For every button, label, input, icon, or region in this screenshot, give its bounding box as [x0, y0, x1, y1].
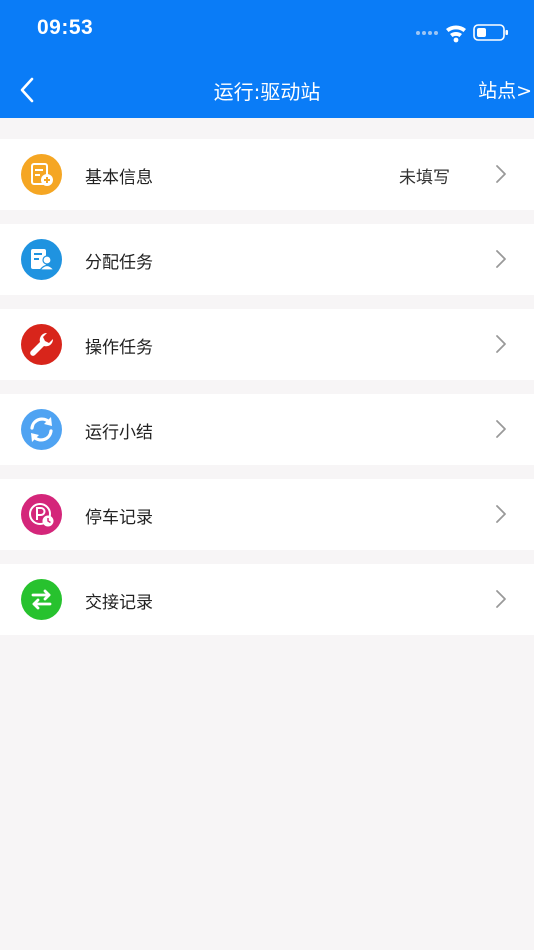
refresh-cycle-icon	[21, 409, 62, 450]
signal-dots-icon	[416, 31, 438, 35]
status-time: 09:53	[37, 16, 94, 39]
menu-item-label: 运行小结	[85, 423, 153, 443]
menu-item-value: 未填写	[399, 168, 450, 188]
battery-icon	[473, 24, 508, 41]
menu-item-handover-record[interactable]: 交接记录	[0, 564, 534, 635]
chevron-right-icon	[496, 335, 506, 353]
menu-item-basic-info[interactable]: 基本信息 未填写	[0, 139, 534, 210]
parking-clock-icon	[21, 494, 62, 535]
menu-item-label: 停车记录	[85, 508, 153, 528]
document-add-icon	[21, 154, 62, 195]
station-button[interactable]: 站点>	[478, 76, 532, 103]
menu-item-run-summary[interactable]: 运行小结	[0, 394, 534, 465]
chevron-right-icon	[496, 505, 506, 523]
status-indicators	[416, 24, 508, 43]
menu-item-label: 分配任务	[85, 253, 153, 273]
page-title: 运行:驱动站	[213, 80, 321, 104]
status-icons	[416, 20, 512, 44]
menu-item-operation-task[interactable]: 操作任务	[0, 309, 534, 380]
chevron-right-icon	[496, 590, 506, 608]
menu-item-parking-record[interactable]: 停车记录	[0, 479, 534, 550]
assign-person-icon	[21, 239, 62, 280]
menu-item-label: 基本信息	[85, 168, 153, 188]
chevron-right-icon	[496, 165, 506, 183]
menu-item-label: 操作任务	[85, 338, 153, 358]
wrench-icon	[21, 324, 62, 365]
chevron-right-icon	[496, 420, 506, 438]
menu-item-label: 交接记录	[85, 593, 153, 613]
swap-arrows-icon	[21, 579, 62, 620]
chevron-right-icon	[496, 250, 506, 268]
app-header: 09:53 运行:驱动站 站点>	[0, 0, 534, 118]
menu-item-assign-task[interactable]: 分配任务	[0, 224, 534, 295]
wifi-icon	[446, 25, 466, 43]
